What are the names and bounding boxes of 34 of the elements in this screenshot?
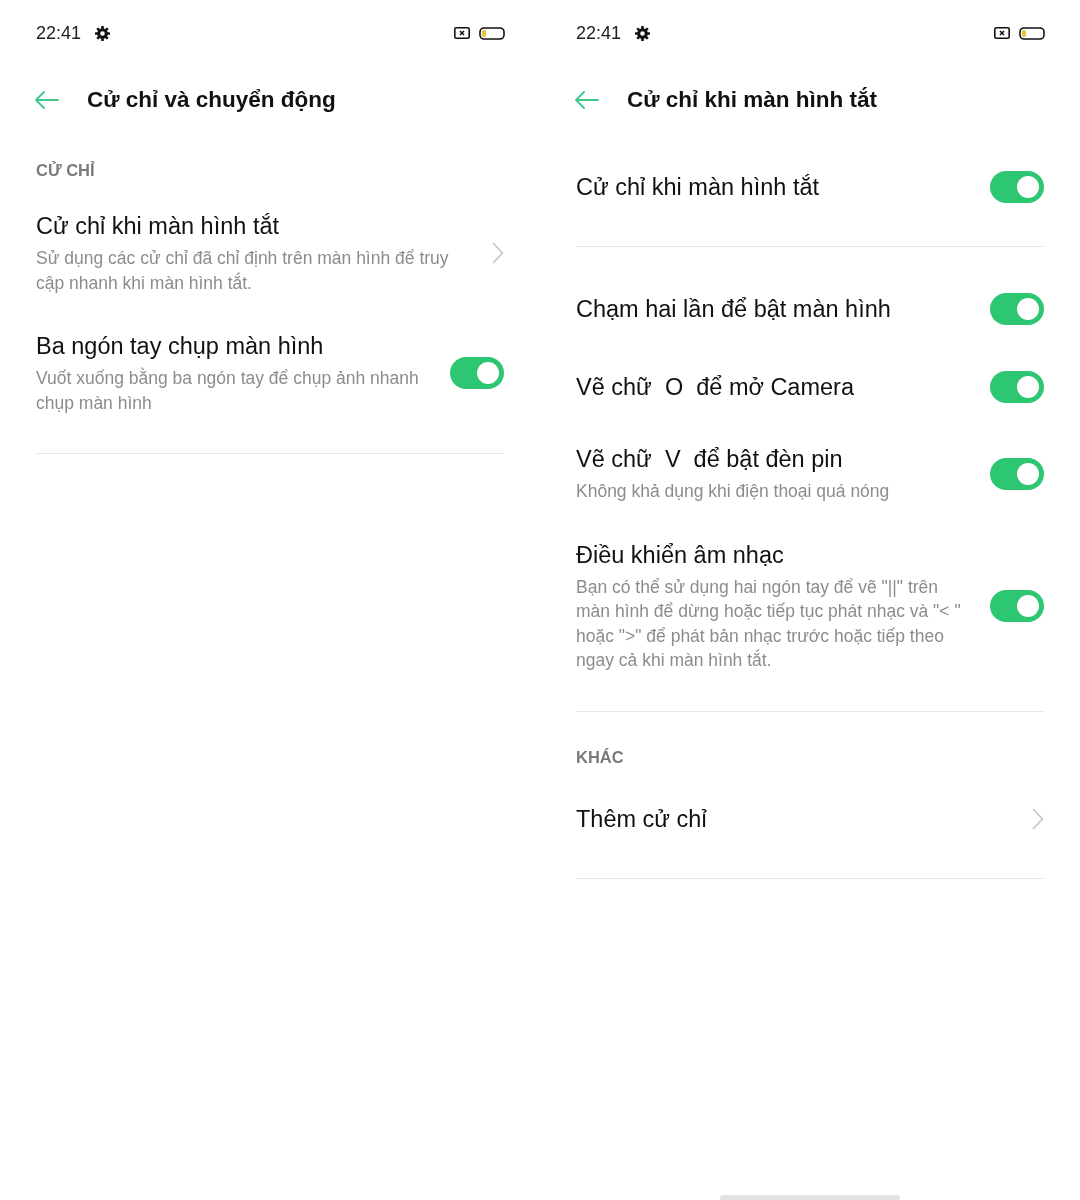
toggle-switch[interactable] (990, 371, 1044, 403)
chevron-right-icon[interactable] (1032, 807, 1044, 830)
status-time: 22:41 (576, 23, 622, 43)
battery-icon (479, 26, 505, 40)
section-header: KHÁC (576, 746, 625, 767)
status-time: 22:41 (36, 23, 82, 43)
toggle-switch[interactable] (990, 171, 1044, 203)
setting-title: Vẽ chữ V để bật đèn pin (576, 445, 844, 474)
setting-title: Vẽ chữ O để mở Camera (576, 373, 855, 402)
sim-card-icon (994, 27, 1010, 39)
toggle-switch[interactable] (990, 457, 1044, 490)
setting-title[interactable]: Thêm cử chỉ (576, 803, 1008, 834)
page-title: Cử chỉ khi màn hình tắt (627, 86, 878, 114)
setting-title[interactable]: Cử chỉ khi màn hình tắt (36, 211, 468, 241)
setting-description: Vuốt xuống bằng ba ngón tay để chụp ảnh nhanh chụp màn hình (36, 366, 420, 415)
settings-icon (95, 25, 111, 41)
back-icon[interactable] (34, 91, 59, 109)
settings-icon (635, 25, 651, 41)
chevron-right-icon[interactable] (492, 242, 504, 264)
setting-description: Sử dụng các cử chỉ đã chỉ định trên màn hình để truy cập nhanh khi màn hình tắt. (36, 247, 450, 295)
setting-title: Điều khiển âm nhạc (576, 540, 785, 570)
sim-card-icon (454, 27, 470, 39)
toggle-switch[interactable] (450, 357, 504, 389)
toggle-switch[interactable] (990, 293, 1044, 325)
battery-icon (1019, 26, 1045, 40)
toggle-switch[interactable] (990, 590, 1044, 622)
setting-title: Cử chỉ khi màn hình tắt (576, 173, 820, 202)
setting-title: Ba ngón tay chụp màn hình (36, 332, 325, 361)
setting-title: Chạm hai lần để bật màn hình (576, 295, 892, 324)
page-title: Cử chỉ và chuyển động (87, 86, 336, 114)
setting-description: Bạn có thể sử dụng hai ngón tay để vẽ "||" trên màn hình để dừng hoặc tiếp tục phát nhạc và "< " hoặc ">" để phát bản nhạc trước hoặc tiếp theo ngay cả khi màn hình tắt. (576, 575, 962, 672)
section-header: CỬ CHỈ (36, 160, 96, 180)
back-icon[interactable] (574, 91, 599, 109)
setting-description: Không khả dụng khi điện thoại quá nóng (576, 480, 891, 503)
